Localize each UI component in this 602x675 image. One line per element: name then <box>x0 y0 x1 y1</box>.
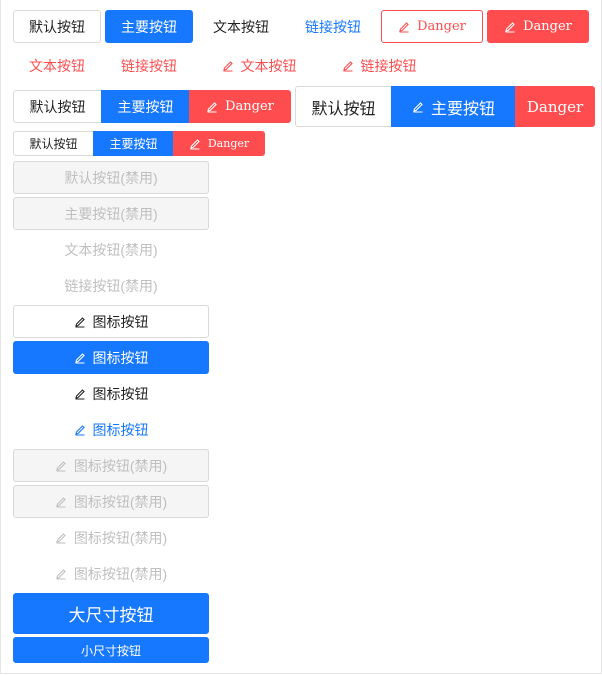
disabled-link-button[interactable]: 链接按钮(禁用) <box>13 269 209 302</box>
icon-disabled-link-button[interactable]: 图标按钮(禁用) <box>13 557 209 590</box>
edit-icon <box>74 316 86 328</box>
edit-icon <box>504 21 516 33</box>
disabled-text-button[interactable]: 文本按钮(禁用) <box>13 233 209 266</box>
icon-primary-label: 图标按钮 <box>92 349 149 366</box>
danger-text-button[interactable]: 文本按钮 <box>13 49 101 82</box>
icon-text-button[interactable]: 图标按钮 <box>13 377 209 410</box>
danger-filled-button[interactable]: Danger <box>487 10 589 43</box>
edit-icon <box>189 138 201 150</box>
disabled-primary-button[interactable]: 主要按钮(禁用) <box>13 197 209 230</box>
link-button[interactable]: 链接按钮 <box>289 10 377 43</box>
edit-icon <box>55 532 67 544</box>
group-large-default-button[interactable]: 默认按钮 <box>295 86 392 127</box>
icon-disabled-text-button[interactable]: 图标按钮(禁用) <box>13 521 209 554</box>
small-size-button[interactable]: 小尺寸按钮 <box>13 637 209 663</box>
edit-icon <box>206 101 218 113</box>
danger-link-icon-button[interactable]: 链接按钮 <box>326 49 432 82</box>
edit-icon <box>55 568 67 580</box>
danger-text-icon-button[interactable]: 文本按钮 <box>206 49 312 82</box>
danger-outline-label: Danger <box>417 19 466 34</box>
group-small-primary-button[interactable]: 主要按钮 <box>93 131 174 156</box>
danger-link-button[interactable]: 链接按钮 <box>105 49 193 82</box>
danger-text-icon-label: 文本按钮 <box>240 57 297 74</box>
group-small-danger-label: Danger <box>207 137 250 150</box>
edit-icon <box>74 352 86 364</box>
danger-outline-button[interactable]: Danger <box>381 10 483 43</box>
group-danger-label: Danger <box>225 99 274 114</box>
group-small-default-button[interactable]: 默认按钮 <box>13 131 94 156</box>
icon-text-label: 图标按钮 <box>92 385 149 402</box>
group-default-button[interactable]: 默认按钮 <box>13 90 102 123</box>
default-button[interactable]: 默认按钮 <box>13 10 101 43</box>
edit-icon <box>222 60 234 72</box>
edit-icon <box>74 388 86 400</box>
icon-default-button[interactable]: 图标按钮 <box>13 305 209 338</box>
group-danger-button[interactable]: Danger <box>189 90 291 123</box>
primary-button[interactable]: 主要按钮 <box>105 10 193 43</box>
edit-icon <box>74 424 86 436</box>
group-large-primary-label: 主要按钮 <box>430 100 495 118</box>
group-large-danger-button[interactable]: Danger <box>515 86 595 127</box>
edit-icon <box>398 21 410 33</box>
icon-link-button[interactable]: 图标按钮 <box>13 413 209 446</box>
danger-link-icon-label: 链接按钮 <box>360 57 417 74</box>
icon-disabled-default-label: 图标按钮(禁用) <box>73 457 168 474</box>
icon-disabled-default-button[interactable]: 图标按钮(禁用) <box>13 449 209 482</box>
disabled-default-button[interactable]: 默认按钮(禁用) <box>13 161 209 194</box>
group-small-danger-button[interactable]: Danger <box>173 131 265 156</box>
icon-disabled-primary-button[interactable]: 图标按钮(禁用) <box>13 485 209 518</box>
icon-primary-button[interactable]: 图标按钮 <box>13 341 209 374</box>
edit-icon <box>55 460 67 472</box>
large-size-button[interactable]: 大尺寸按钮 <box>13 593 209 634</box>
text-button[interactable]: 文本按钮 <box>197 10 285 43</box>
icon-disabled-text-label: 图标按钮(禁用) <box>73 529 168 546</box>
icon-disabled-link-label: 图标按钮(禁用) <box>73 565 168 582</box>
group-primary-button[interactable]: 主要按钮 <box>101 90 190 123</box>
edit-icon <box>342 60 354 72</box>
edit-icon <box>55 496 67 508</box>
group-large-primary-button[interactable]: 主要按钮 <box>391 86 516 127</box>
icon-disabled-primary-label: 图标按钮(禁用) <box>73 493 168 510</box>
icon-link-label: 图标按钮 <box>92 421 149 438</box>
edit-icon <box>412 101 424 113</box>
icon-default-label: 图标按钮 <box>92 313 149 330</box>
danger-filled-label: Danger <box>523 19 572 34</box>
